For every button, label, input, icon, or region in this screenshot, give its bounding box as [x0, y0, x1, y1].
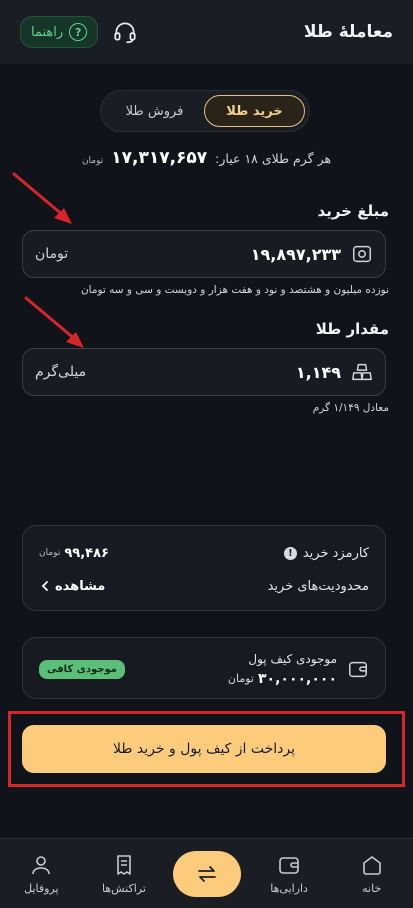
cash-icon [353, 245, 371, 263]
headset-icon[interactable] [112, 19, 138, 45]
gold-bars-icon [352, 363, 372, 381]
purchase-amount-input[interactable]: ۱۹,۸۹۷,۲۳۳ تومان [22, 230, 386, 278]
nav-item-profile[interactable]: پروفایل [6, 853, 76, 895]
nav-item-assets[interactable]: دارایی‌ها [254, 853, 324, 895]
annotation-arrow-gold [24, 296, 84, 348]
gold-amount-equivalent: معادل ۱/۱۴۹ گرم [312, 402, 389, 414]
nav-item-trade[interactable] [172, 850, 242, 897]
nav-label-assets: دارایی‌ها [270, 881, 308, 895]
tab-sell-gold[interactable]: فروش طلا [105, 95, 204, 127]
page-title: معاملهٔ طلا [303, 22, 393, 42]
buy-sell-tabs: خرید طلا فروش طلا [100, 90, 310, 132]
purchase-amount-value: ۱۹,۸۹۷,۲۳۳ [250, 244, 341, 264]
gold-amount-input[interactable]: ۱,۱۴۹ میلی‌گرم [22, 348, 386, 396]
trade-center-button[interactable] [172, 850, 241, 897]
gold-price-line: هر گرم طلای ۱۸ عیار: ۱۷,۳۱۷,۶۵۷ تومان [0, 148, 413, 168]
home-icon [362, 855, 381, 875]
wallet-balance-label: موجودی کیف پول [248, 651, 337, 666]
fee-unit: تومان [39, 548, 61, 558]
receipt-icon [117, 854, 131, 875]
guide-label: راهنما [31, 24, 64, 40]
tab-buy-gold[interactable]: خرید طلا [204, 95, 305, 127]
wallet-card: موجودی کیف پول ۳۰,۰۰۰,۰۰۰ تومان موجودی ک… [22, 637, 386, 699]
wallet-balance-value: ۳۰,۰۰۰,۰۰۰ [258, 670, 337, 687]
gold-price-value: ۱۷,۳۱۷,۶۵۷ [111, 148, 208, 168]
gold-price-unit: تومان [81, 156, 104, 166]
wallet-icon [349, 661, 367, 678]
fees-card: کارمزد خرید ! ۹۹,۴۸۶ تومان محدودیت‌های خ… [22, 525, 386, 611]
chevron-left-icon [41, 581, 48, 591]
guide-button[interactable]: ? راهنما [20, 16, 99, 48]
header-actions: ? راهنما [20, 16, 138, 48]
fee-value: ۹۹,۴۸۶ [64, 545, 109, 561]
purchase-amount-label: مبلغ خرید [317, 202, 389, 220]
wallet-icon [279, 856, 299, 874]
purchase-amount-words: نوزده میلیون و هشتصد و نود و هفت هزار و … [80, 284, 389, 296]
view-limits-link[interactable]: مشاهده [55, 579, 105, 594]
annotation-arrow-amount [12, 172, 72, 224]
limits-row[interactable]: محدودیت‌های خرید مشاهده [23, 574, 385, 598]
bottom-navigation: خانه دارایی‌ها تراکنش‌ها پروفایل [0, 838, 413, 908]
sufficient-balance-badge: موجودی کافی [39, 659, 125, 679]
gold-price-label: هر گرم طلای ۱۸ عیار: [215, 151, 332, 166]
limits-label: محدودیت‌های خرید [267, 578, 369, 594]
question-icon: ? [69, 23, 88, 41]
fee-label: کارمزد خرید [302, 545, 369, 561]
info-icon[interactable]: ! [283, 546, 297, 560]
fee-row: کارمزد خرید ! ۹۹,۴۸۶ تومان [23, 526, 385, 574]
nav-label-transactions: تراکنش‌ها [101, 881, 146, 895]
nav-item-transactions[interactable]: تراکنش‌ها [89, 853, 159, 895]
nav-label-profile: پروفایل [24, 881, 59, 895]
top-bar: معاملهٔ طلا ? راهنما [0, 0, 413, 64]
nav-label-home: خانه [362, 881, 382, 895]
pay-from-wallet-button[interactable]: پرداخت از کیف پول و خرید طلا [22, 725, 386, 773]
nav-item-home[interactable]: خانه [337, 853, 407, 895]
wallet-balance-unit: تومان [227, 672, 254, 685]
purchase-amount-unit: تومان [35, 246, 69, 262]
gold-amount-value: ۱,۱۴۹ [295, 362, 341, 382]
gold-amount-unit: میلی‌گرم [35, 364, 87, 380]
user-icon [32, 855, 51, 874]
swap-icon [197, 865, 216, 882]
gold-amount-label: مقدار طلا [315, 320, 389, 338]
